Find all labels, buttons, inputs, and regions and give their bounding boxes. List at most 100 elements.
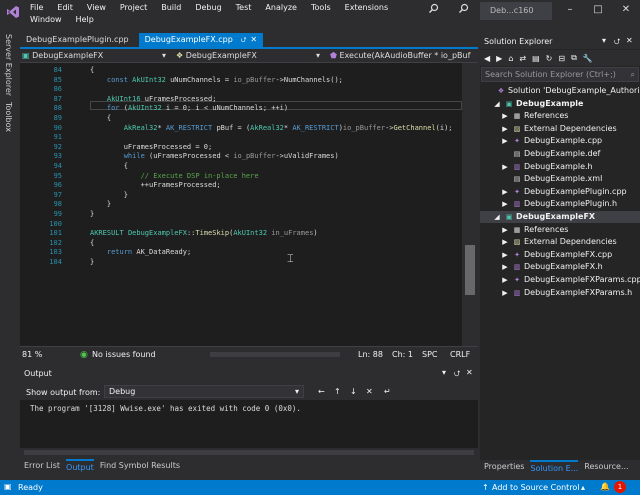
menu-build[interactable]: Build: [161, 2, 181, 14]
expander-icon[interactable]: ▶: [500, 249, 510, 261]
solution-tree-item[interactable]: ❖ Solution 'DebugExample_Authoring': [484, 85, 640, 97]
line-number: 100: [49, 219, 62, 228]
editor-vertical-scrollbar[interactable]: [462, 63, 478, 346]
tab-properties[interactable]: Properties: [484, 460, 524, 474]
tab-debugexamplefx-cpp[interactable]: DebugExampleFX.cpp ⮍ ✕: [138, 33, 264, 47]
issues-status[interactable]: No issues found: [92, 350, 156, 359]
close-icon[interactable]: ✕: [626, 36, 633, 45]
chevron-down-icon[interactable]: ▾: [442, 368, 446, 377]
tab-resource-view[interactable]: Resource...: [584, 460, 628, 474]
solution-tree-item[interactable]: ▶ ▦ References: [500, 224, 568, 236]
menu-project[interactable]: Project: [120, 2, 147, 14]
solution-tree-item[interactable]: ▶ ▦ References: [500, 110, 568, 122]
pin-icon[interactable]: ⮍: [241, 33, 247, 47]
zoom-level[interactable]: 81 %: [22, 350, 42, 359]
expander-icon[interactable]: ▶: [500, 186, 510, 198]
member-dropdown[interactable]: ⬟ Execute(AkAudioBuffer * io_pBuf: [330, 49, 476, 63]
tab-find-symbol-results[interactable]: Find Symbol Results: [100, 459, 180, 473]
previous-message-icon[interactable]: ↑: [334, 387, 341, 396]
expander-icon[interactable]: ◢: [492, 211, 502, 223]
refresh-icon[interactable]: ↻: [546, 54, 553, 63]
collapse-all-icon[interactable]: ⊟: [558, 54, 565, 63]
pending-changes-icon[interactable]: ▤: [532, 54, 540, 63]
tab-error-list[interactable]: Error List: [24, 459, 60, 473]
tab-output[interactable]: Output: [66, 459, 94, 473]
solution-tree-item[interactable]: ▶ ▨ External Dependencies: [500, 236, 616, 248]
chevron-down-icon[interactable]: ▾: [602, 36, 606, 45]
tab-debugexampleplugin-cpp[interactable]: DebugExamplePlugin.cpp: [20, 33, 135, 47]
forward-icon[interactable]: ▶: [496, 54, 502, 63]
pin-icon[interactable]: ⮍: [614, 36, 620, 50]
back-icon[interactable]: ◀: [484, 54, 490, 63]
expander-icon[interactable]: ▶: [500, 236, 510, 248]
whitespace-mode[interactable]: SPC: [422, 350, 438, 359]
line-ending-mode[interactable]: CRLF: [450, 350, 470, 359]
pin-icon[interactable]: ⮍: [454, 368, 460, 382]
expander-icon[interactable]: ◢: [492, 98, 502, 110]
next-message-icon[interactable]: ↓: [350, 387, 357, 396]
word-wrap-icon[interactable]: ↵: [384, 387, 391, 396]
search-placeholder: Search Solution Explorer (Ctrl+;): [485, 70, 616, 79]
menu-window[interactable]: Window: [30, 14, 62, 26]
expander-icon[interactable]: ▶: [500, 123, 510, 135]
minimize-button[interactable]: –: [556, 0, 584, 20]
solution-tree-item[interactable]: ▶ ✦ DebugExampleFX.cpp: [500, 249, 612, 261]
menu-help[interactable]: Help: [76, 14, 94, 26]
menu-file[interactable]: File: [30, 2, 43, 14]
tab-label: DebugExampleFX.cpp: [144, 35, 233, 44]
menu-extensions[interactable]: Extensions: [345, 2, 388, 14]
solution-tree-item[interactable]: ◢ ▣ DebugExampleFX: [492, 211, 595, 223]
search-icon[interactable]: [458, 3, 469, 14]
home-icon[interactable]: ⌂: [508, 54, 513, 63]
expander-icon[interactable]: ▶: [500, 135, 510, 147]
editor-scroll-thumb[interactable]: [465, 245, 475, 295]
expander-icon[interactable]: ▶: [500, 261, 510, 273]
menu-tools[interactable]: Tools: [311, 2, 331, 14]
horizontal-scrollbar[interactable]: [210, 352, 340, 357]
show-all-files-icon[interactable]: ⧉: [571, 53, 577, 63]
solution-tree-item[interactable]: ▶ ▥ DebugExampleFXParams.h: [500, 287, 632, 299]
close-window-button[interactable]: ✕: [612, 0, 640, 20]
output-source-select[interactable]: Debug ▾: [104, 385, 304, 398]
menu-edit[interactable]: Edit: [57, 2, 73, 14]
menu-analyze[interactable]: Analyze: [265, 2, 297, 14]
toolbox-tab[interactable]: Toolbox: [4, 102, 13, 132]
search-icon[interactable]: [428, 3, 439, 14]
code-editor[interactable]: 84 {85 const AkUInt32 uNumChannels = io_p…: [20, 63, 462, 346]
solution-tree-item[interactable]: ▶ ▥ DebugExample.h: [500, 161, 592, 173]
expander-icon[interactable]: ▶: [500, 224, 510, 236]
solution-tree-item[interactable]: ▶ ▥ DebugExamplePlugin.h: [500, 198, 617, 210]
close-icon[interactable]: ✕: [250, 33, 257, 47]
scope-dropdown[interactable]: ❖ DebugExampleFX ▾: [176, 49, 326, 63]
project-dropdown[interactable]: ▣ DebugExampleFX ▾: [22, 49, 172, 63]
solution-tree-item[interactable]: ▶ ✦ DebugExampleFXParams.cpp: [500, 274, 640, 286]
menu-view[interactable]: View: [87, 2, 106, 14]
find-message-icon[interactable]: ←: [318, 387, 325, 396]
solution-tree-item[interactable]: ◢ ▣ DebugExample: [492, 98, 583, 110]
solution-explorer-search-input[interactable]: Search Solution Explorer (Ctrl+;) ⌕: [481, 67, 639, 82]
tab-solution-explorer[interactable]: Solution E...: [530, 460, 579, 474]
close-icon[interactable]: ✕: [466, 368, 473, 377]
notifications-icon[interactable]: 🔔: [600, 482, 610, 491]
expander-icon[interactable]: ▶: [500, 198, 510, 210]
expander-icon[interactable]: ▶: [500, 161, 510, 173]
solution-tree-item[interactable]: ▤ DebugExample.def: [500, 148, 601, 160]
maximize-button[interactable]: □: [584, 0, 612, 20]
menu-debug[interactable]: Debug: [195, 2, 221, 14]
properties-icon[interactable]: 🔧: [583, 54, 593, 63]
menu-test[interactable]: Test: [236, 2, 252, 14]
solution-tree-item[interactable]: ▶ ▨ External Dependencies: [500, 123, 616, 135]
output-horizontal-scrollbar[interactable]: [20, 448, 478, 458]
solution-tree-item[interactable]: ▶ ▥ DebugExampleFX.h: [500, 261, 602, 273]
expander-icon[interactable]: ▶: [500, 110, 510, 122]
scope-dropdown-label: DebugExampleFX: [185, 51, 257, 60]
clear-all-icon[interactable]: ✕: [366, 387, 373, 396]
server-explorer-tab[interactable]: Server Explorer: [4, 34, 13, 96]
solution-tree-item[interactable]: ▤ DebugExample.xml: [500, 173, 603, 185]
sync-icon[interactable]: ⇄: [519, 54, 526, 63]
solution-tree-item[interactable]: ▶ ✦ DebugExample.cpp: [500, 135, 602, 147]
solution-tree-item[interactable]: ▶ ✦ DebugExamplePlugin.cpp: [500, 186, 626, 198]
expander-icon[interactable]: ▶: [500, 274, 510, 286]
expander-icon[interactable]: ▶: [500, 287, 510, 299]
add-to-source-control-button[interactable]: Add to Source Control: [492, 483, 580, 492]
